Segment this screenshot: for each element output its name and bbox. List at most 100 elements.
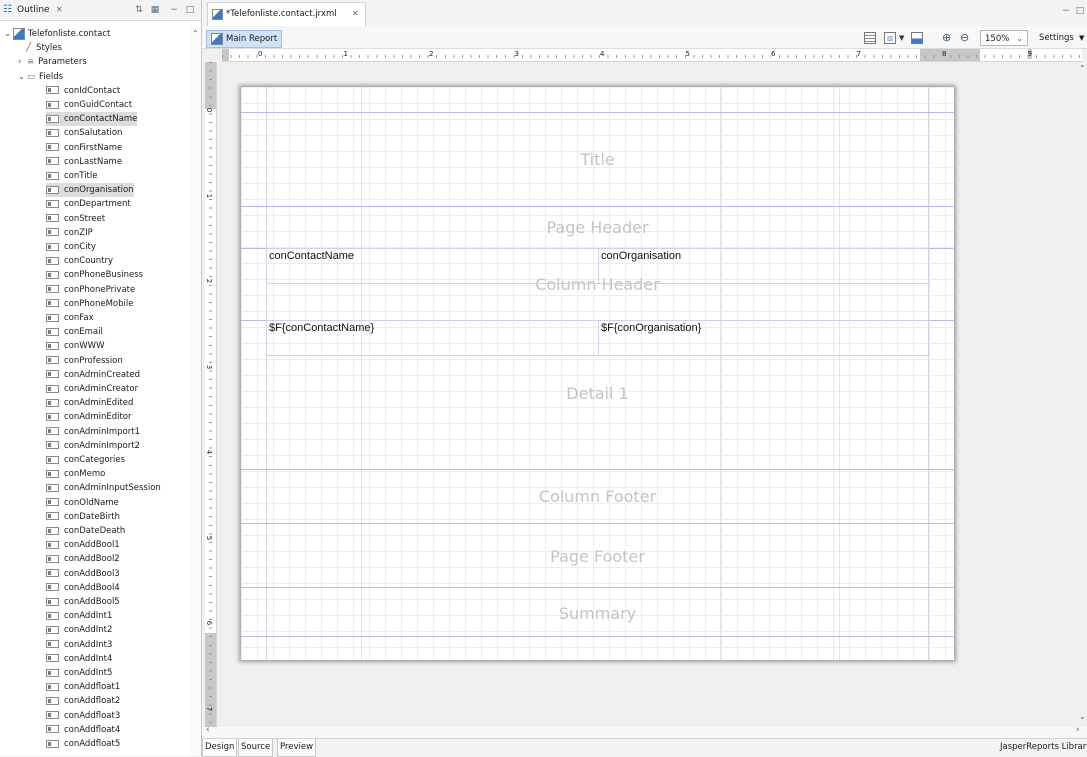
field-item[interactable]: conAddInt5 xyxy=(46,666,112,680)
layout-icon[interactable] xyxy=(864,32,876,44)
horizontal-scrollbar[interactable]: ‹ › xyxy=(202,725,1087,738)
field-item[interactable]: conStreet xyxy=(46,212,105,226)
field-item[interactable]: conAddBool2 xyxy=(46,552,120,566)
detail-contact-name-field[interactable]: $F{conContactName} xyxy=(266,320,599,356)
field-item[interactable]: conCity xyxy=(46,240,96,254)
field-item[interactable]: conAddBool3 xyxy=(46,567,120,581)
field-item[interactable]: conAddBool5 xyxy=(46,595,120,609)
dropdown-arrow-icon[interactable]: ▼ xyxy=(899,30,904,46)
field-item[interactable]: conAdminCreated xyxy=(46,368,140,382)
field-item[interactable]: conAddInt1 xyxy=(46,609,112,623)
field-item[interactable]: conAdminImport2 xyxy=(46,439,140,453)
field-item[interactable]: conAddfloat2 xyxy=(46,694,120,708)
chevron-down-icon[interactable]: ⌄ xyxy=(4,27,13,41)
field-item[interactable]: conPhoneBusiness xyxy=(46,268,143,282)
tree-item-fields[interactable]: ⌄ ▭ Fields xyxy=(18,70,63,84)
tree-item-parameters[interactable]: › ≡ Parameters xyxy=(18,55,87,69)
zoom-out-icon[interactable]: ⊖ xyxy=(960,30,969,46)
scroll-left-icon[interactable]: ‹ xyxy=(206,725,210,735)
field-item[interactable]: conGuidContact xyxy=(46,98,132,112)
field-item[interactable]: conAddInt4 xyxy=(46,652,112,666)
field-item[interactable]: conTitle xyxy=(46,169,97,183)
outline-tab-title[interactable]: Outline xyxy=(17,0,50,20)
field-item[interactable]: conAddInt3 xyxy=(46,638,112,652)
band-divider[interactable] xyxy=(241,636,954,637)
zoom-select[interactable]: 150% ⌄ xyxy=(980,30,1028,46)
field-item[interactable]: conOldName xyxy=(46,496,119,510)
field-item[interactable]: conPhoneMobile xyxy=(46,297,133,311)
field-item[interactable]: conWWW xyxy=(46,339,104,353)
settings-dropdown-icon[interactable]: ▼ xyxy=(1079,30,1084,46)
band-column-footer-label: Column Footer xyxy=(538,487,657,506)
editor-tab[interactable]: *Telefonliste.contact.jrxml ✕ xyxy=(207,2,366,27)
tree-item-styles[interactable]: ╱ Styles xyxy=(26,41,62,55)
field-item[interactable]: conPhonePrivate xyxy=(46,283,135,297)
band-divider[interactable] xyxy=(241,469,954,470)
field-icon xyxy=(46,640,59,649)
field-item[interactable]: conAddfloat1 xyxy=(46,680,120,694)
maximize-icon[interactable]: □ xyxy=(185,5,195,15)
tab-preview[interactable]: Preview xyxy=(277,739,317,757)
field-item[interactable]: conLastName xyxy=(46,155,122,169)
field-item[interactable]: conIdContact xyxy=(46,84,120,98)
field-item[interactable]: conEmail xyxy=(46,325,103,339)
field-item[interactable]: conAddfloat5 xyxy=(46,737,120,751)
editor-minimize-icon[interactable]: − xyxy=(1061,6,1071,16)
minimize-icon[interactable]: − xyxy=(169,5,179,15)
band-divider[interactable] xyxy=(241,206,954,207)
field-item[interactable]: conAdminEdited xyxy=(46,396,133,410)
preview-format-icon[interactable]: ▥ xyxy=(884,32,896,44)
field-item[interactable]: conAddfloat3 xyxy=(46,709,120,723)
band-divider[interactable] xyxy=(241,587,954,588)
close-icon[interactable]: ✕ xyxy=(56,0,63,20)
detail-organisation-field[interactable]: $F{conOrganisation} xyxy=(598,320,929,356)
field-item[interactable]: conOrganisation xyxy=(46,183,134,198)
report-page[interactable]: Title Page Header Column Header Detail 1… xyxy=(241,87,954,660)
band-divider[interactable] xyxy=(241,112,954,113)
chevron-right-icon[interactable]: › xyxy=(18,55,27,69)
main-report-button[interactable]: Main Report xyxy=(206,30,283,48)
field-item[interactable]: conProfession xyxy=(46,354,123,368)
scroll-right-icon[interactable]: › xyxy=(1076,725,1080,735)
zoom-in-icon[interactable]: ⊕ xyxy=(942,30,951,46)
field-item[interactable]: conAdminImport1 xyxy=(46,425,140,439)
field-icon xyxy=(46,398,59,407)
header-contact-name-field[interactable]: conContactName xyxy=(266,248,599,284)
canvas-scroll-up-icon[interactable]: ⌃ xyxy=(1079,64,1086,73)
field-item[interactable]: conAdminCreator xyxy=(46,382,138,396)
field-item[interactable]: conAddBool4 xyxy=(46,581,120,595)
field-item[interactable]: conFirstName xyxy=(46,141,122,155)
close-tab-icon[interactable]: ✕ xyxy=(352,3,359,25)
canvas-scroll-down-icon[interactable]: ⌄ xyxy=(1079,712,1086,721)
field-item[interactable]: conDateDeath xyxy=(46,524,125,538)
field-item[interactable]: conAddInt2 xyxy=(46,623,112,637)
compile-icon[interactable] xyxy=(911,32,923,44)
scroll-up-icon[interactable]: ⌃ xyxy=(192,29,199,38)
field-item[interactable]: conMemo xyxy=(46,467,105,481)
tab-design[interactable]: Design xyxy=(202,739,238,757)
editor-maximize-icon[interactable]: □ xyxy=(1075,6,1085,16)
field-item[interactable]: conContactName xyxy=(46,112,138,127)
header-organisation-field[interactable]: conOrganisation xyxy=(598,248,929,284)
field-item[interactable]: conAdminEditor xyxy=(46,410,132,424)
field-item[interactable]: conDepartment xyxy=(46,197,131,211)
field-item[interactable]: conCountry xyxy=(46,254,113,268)
field-item[interactable]: conCategories xyxy=(46,453,125,467)
band-divider[interactable] xyxy=(241,523,954,524)
settings-button[interactable]: Settings xyxy=(1039,30,1074,46)
field-icon xyxy=(46,654,59,663)
tab-source[interactable]: Source xyxy=(238,739,274,757)
chevron-down-icon[interactable]: ⌄ xyxy=(18,70,27,84)
collapse-all-icon[interactable]: ⇅ xyxy=(134,5,144,15)
field-item[interactable]: conAddfloat4 xyxy=(46,723,120,737)
tree-root[interactable]: ⌄ Telefonliste.contact xyxy=(4,27,110,41)
field-item[interactable]: conAdminInputSession xyxy=(46,481,161,495)
field-icon xyxy=(46,441,59,450)
field-item[interactable]: conDateBirth xyxy=(46,510,120,524)
outline-scrollbar[interactable]: ⌃ xyxy=(190,27,201,756)
field-item[interactable]: conZIP xyxy=(46,226,93,240)
new-element-icon[interactable]: ▦ xyxy=(150,5,160,15)
field-item[interactable]: conAddBool1 xyxy=(46,538,120,552)
field-item[interactable]: conFax xyxy=(46,311,94,325)
field-item[interactable]: conSalutation xyxy=(46,126,122,140)
